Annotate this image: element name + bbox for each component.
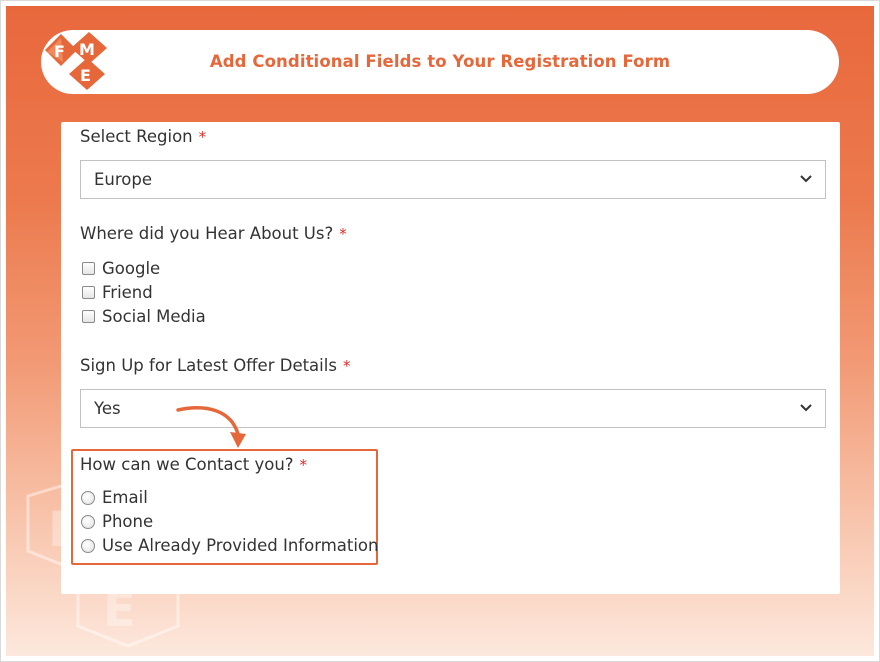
chevron-down-icon (800, 404, 812, 412)
hear-about-label: Where did you Hear About Us? * (80, 224, 347, 243)
radio-button[interactable] (81, 491, 95, 505)
screenshot-frame: F E F M E Add Conditional Fields to Your… (0, 0, 880, 662)
checkbox-label: Social Media (102, 307, 206, 326)
radio-button[interactable] (81, 515, 95, 529)
radio-label: Phone (102, 512, 154, 531)
contact-label: How can we Contact you? * (80, 455, 307, 474)
radio-button[interactable] (81, 539, 95, 553)
checkbox[interactable] (82, 310, 95, 323)
checkbox-label: Friend (102, 283, 153, 302)
region-label: Select Region * (80, 127, 206, 146)
checkbox[interactable] (82, 286, 95, 299)
required-mark: * (299, 456, 308, 474)
curved-arrow-icon (176, 406, 246, 448)
required-mark: * (339, 225, 347, 243)
background-canvas: F E F M E Add Conditional Fields to Your… (6, 6, 874, 656)
hear-about-label-text: Where did you Hear About Us? (80, 224, 334, 243)
checkbox[interactable] (82, 262, 95, 275)
offer-label: Sign Up for Latest Offer Details * (80, 356, 350, 375)
required-mark: * (342, 357, 351, 375)
region-label-text: Select Region (80, 127, 193, 146)
page-title: Add Conditional Fields to Your Registrat… (209, 52, 671, 71)
offer-select-value: Yes (94, 399, 121, 418)
radio-label: Use Already Provided Information (102, 536, 379, 555)
region-select-value: Europe (94, 170, 153, 189)
region-select[interactable]: Europe (80, 160, 826, 199)
checkbox-label: Google (102, 259, 161, 278)
contact-label-text: How can we Contact you? (80, 455, 294, 474)
offer-label-text: Sign Up for Latest Offer Details (80, 356, 337, 375)
chevron-down-icon (800, 175, 812, 183)
radio-label: Email (102, 488, 148, 507)
registration-form: Select Region * Europe Where did you Hear… (61, 122, 840, 594)
header-banner: F M E Add Conditional Fields to Your Reg… (41, 30, 839, 94)
required-mark: * (198, 128, 207, 146)
